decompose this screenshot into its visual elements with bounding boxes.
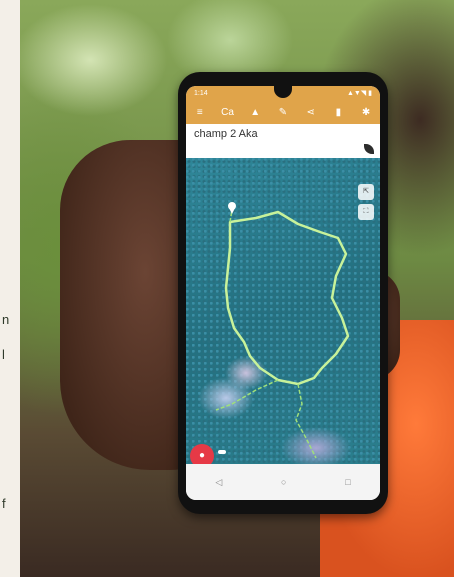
pencil-icon[interactable]: ✎	[274, 107, 292, 118]
satellite-map[interactable]: ⇱ ⛶ ●	[186, 158, 380, 464]
settings-icon[interactable]: ✱	[357, 107, 375, 118]
field-boundary	[224, 210, 350, 386]
layers-icon[interactable]: Ca	[219, 107, 237, 118]
phone-screen: 1:14 ▲▼◥ ▮ ≡ Ca ▲ ✎ ⋖ ▮ ✱ champ 2 Aka ⇱ ⛶ ●	[186, 86, 380, 500]
share-icon[interactable]: ⋖	[302, 107, 320, 118]
recents-nav-icon[interactable]: □	[345, 477, 350, 487]
leaf-icon[interactable]	[364, 144, 374, 154]
android-nav-bar: ◁ ○ □	[186, 464, 380, 500]
field-title-bar: champ 2 Aka	[186, 124, 380, 158]
page-text-fragment-2: l	[2, 347, 5, 362]
trash-icon[interactable]: ▮	[329, 107, 347, 118]
app-toolbar: ≡ Ca ▲ ✎ ⋖ ▮ ✱	[186, 100, 380, 124]
smartphone: 1:14 ▲▼◥ ▮ ≡ Ca ▲ ✎ ⋖ ▮ ✱ champ 2 Aka ⇱ ⛶ ●	[178, 72, 388, 514]
menu-icon[interactable]: ≡	[191, 107, 209, 118]
map-overlay	[215, 202, 350, 459]
page-text-fragment-1: n	[2, 312, 10, 327]
expand-map-button[interactable]: ⇱	[358, 184, 374, 200]
status-icons: ▲▼◥ ▮	[346, 90, 372, 97]
home-nav-icon[interactable]: ○	[281, 477, 286, 487]
field-name: champ 2 Aka	[194, 128, 258, 140]
back-nav-icon[interactable]: ◁	[215, 477, 222, 488]
record-button[interactable]: ●	[190, 444, 214, 464]
page-text-fragment-3: f	[2, 496, 6, 511]
fullscreen-button[interactable]: ⛶	[358, 204, 374, 220]
action-label[interactable]	[218, 450, 226, 454]
status-time: 1:14	[194, 89, 208, 97]
photo: 1:14 ▲▼◥ ▮ ≡ Ca ▲ ✎ ⋖ ▮ ✱ champ 2 Aka ⇱ ⛶ ●	[20, 0, 454, 577]
flask-icon[interactable]: ▲	[246, 107, 264, 118]
